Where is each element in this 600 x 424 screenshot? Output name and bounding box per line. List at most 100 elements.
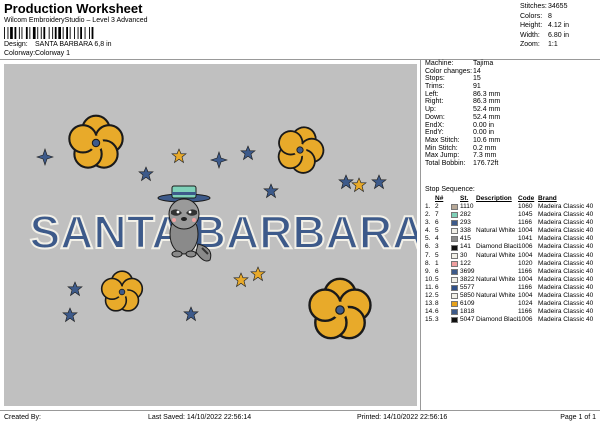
stitch-code: 1110 (460, 203, 474, 210)
stat-label: Width: (520, 31, 540, 39)
info-value: 7.3 mm (473, 152, 497, 160)
header-code: Code (518, 195, 535, 202)
info-label: Max Jump: (425, 152, 460, 160)
header-brand: Brand (538, 195, 557, 202)
colorway-value: Colorway 1 (35, 50, 71, 57)
thread-brand: Madeira Classic 40 (538, 243, 593, 251)
info-value: 15 (473, 75, 481, 83)
thread-color-swatch (451, 244, 458, 251)
color-swatch (451, 252, 460, 260)
thread-code: 1166 (518, 267, 532, 275)
design-row: Design: SANTA BARBARA 6,8 in (4, 41, 112, 48)
flower-graphic (308, 277, 372, 340)
info-row: Up: 52.4 mm (424, 106, 600, 114)
barcode (4, 27, 94, 39)
table-row: 15. 3 5047 Diamond Black 1006 Madeira Classic… (425, 316, 600, 324)
thread-description: Natural White (476, 275, 516, 283)
table-row: 12. 5 5850 Natural White 1004 Madeira Classic… (425, 292, 600, 300)
needle-number: 6 (435, 308, 439, 316)
thread-color-swatch (451, 212, 458, 219)
thread-brand: Madeira Classic 40 (538, 316, 593, 324)
thread-color-swatch (451, 220, 458, 227)
thread-color-swatch (451, 204, 458, 211)
stat-row: Height: 4.12 in (520, 21, 598, 31)
info-value: 176.72ft (473, 159, 499, 167)
info-row: Down: 52.4 mm (424, 114, 600, 122)
info-label: Color changes: (425, 67, 473, 75)
color-swatch (451, 300, 460, 308)
stat-label: Stitches: (520, 3, 547, 10)
stop-number: 5. (425, 235, 431, 243)
thread-color-swatch (451, 236, 458, 243)
last-saved: Last Saved: 14/10/2022 22:56:14 (148, 414, 252, 421)
table-row: 10. 5 3822 Natural White 1004 Madeira Classic… (425, 276, 600, 284)
thread-description (476, 268, 518, 276)
thread-brand: Madeira Classic 40 (538, 300, 593, 308)
stop-number: 15. (425, 316, 435, 324)
stop-number: 4. (425, 227, 431, 235)
color-swatch (451, 308, 460, 316)
info-row: Color changes: 14 (424, 68, 600, 76)
thread-color-swatch (451, 268, 458, 275)
stat-row: Zoom: 1:1 (520, 40, 598, 50)
info-value: Tajima (473, 60, 494, 67)
info-value: 91 (473, 83, 481, 91)
table-row: 13. 8 6109 1024 Madeira Classic 40 (425, 300, 600, 308)
thread-code: 1004 (518, 227, 533, 235)
info-label: EndY: (425, 129, 444, 137)
thread-code: 1006 (518, 316, 533, 324)
stat-label: Zoom: (520, 41, 540, 48)
info-row: Trims: 91 (424, 83, 600, 91)
stop-sequence-header: N# St. Description Code Brand (425, 195, 600, 203)
stat-value: 8 (548, 12, 552, 20)
software-subtitle: Wilcom EmbroideryStudio – Level 3 Advanc… (4, 17, 148, 24)
info-row: Max Stitch: 10.6 mm (424, 137, 600, 145)
needle-number: 6 (435, 267, 439, 275)
thread-description: Natural White (476, 292, 516, 300)
info-row: Stops: 15 (424, 75, 600, 83)
stop-number: 11. (425, 283, 434, 291)
thread-code: 1006 (518, 243, 533, 251)
info-row: Left: 86.3 mm (424, 91, 600, 99)
needle-number: 3 (435, 243, 439, 251)
stop-number: 7. (425, 251, 431, 259)
info-label: Trims: (425, 83, 445, 91)
color-swatch (451, 316, 460, 324)
stop-number: 9. (425, 267, 431, 275)
thread-code: 1041 (518, 235, 533, 243)
table-row: 6. 3 141 Diamond Black 1006 Madeira Classic 4… (425, 243, 600, 251)
thread-brand: Madeira Classic 40 (538, 308, 593, 316)
needle-number: 4 (435, 235, 439, 243)
stat-label: Colors: (520, 12, 543, 20)
thread-color-swatch (451, 252, 458, 259)
header-description: Description (476, 195, 512, 202)
info-label: Left: (425, 90, 439, 98)
info-value: 52.4 mm (473, 113, 501, 121)
thread-code: 1060 (518, 203, 533, 210)
info-row: EndY: 0.00 in (424, 129, 600, 137)
needle-number: 8 (435, 300, 439, 308)
thread-description (476, 260, 518, 268)
stop-sequence-title: Stop Sequence: (425, 186, 475, 193)
thread-color-swatch (451, 301, 458, 308)
stitch-code: 3699 (460, 267, 475, 275)
info-value: 86.3 mm (473, 90, 501, 98)
table-row: 8. 1 122 1020 Madeira Classic 40 (425, 260, 600, 268)
stitch-code: 30 (460, 251, 468, 259)
stitch-code: 5577 (460, 283, 475, 291)
thread-brand: Madeira Classic 40 (538, 211, 593, 219)
stitch-code: 141 (460, 243, 471, 251)
flower-graphic (100, 270, 144, 312)
stop-number: 1. (425, 203, 431, 210)
stitch-code: 1818 (460, 308, 475, 316)
thread-brand: Madeira Classic 40 (538, 227, 593, 235)
design-preview-panel: SANTA BARBARA (0, 60, 426, 410)
table-row: 9. 6 3699 1166 Madeira Classic 40 (425, 268, 600, 276)
stop-number: 6. (425, 243, 431, 251)
needle-number: 6 (435, 283, 439, 291)
table-row: 2. 7 282 1045 Madeira Classic 40 (425, 211, 600, 219)
color-swatch (451, 243, 460, 251)
info-label: Down: (425, 113, 445, 121)
thread-brand: Madeira Classic 40 (538, 275, 593, 283)
stitch-code: 282 (460, 211, 471, 219)
